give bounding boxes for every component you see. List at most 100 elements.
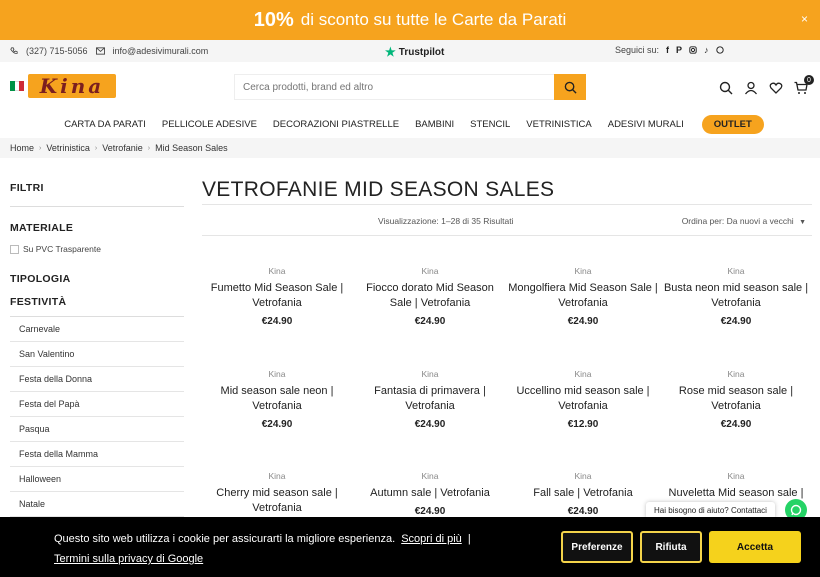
phone-number[interactable]: (327) 715-5056 [26,46,88,56]
product-card[interactable]: Kina Mongolfiera Mid Season Sale | Vetro… [508,266,658,327]
festivita-item-festa-della-donna[interactable]: Festa della Donna [10,367,184,392]
product-name[interactable]: Mongolfiera Mid Season Sale | Vetrofania [508,281,658,311]
heart-icon[interactable] [769,81,783,95]
product-card[interactable]: Kina Busta neon mid season sale | Vetrof… [661,266,811,327]
accept-button[interactable]: Accetta [709,531,801,563]
festivita-item-festa-della-mamma[interactable]: Festa della Mamma [10,442,184,467]
product-card[interactable]: Kina Fiocco dorato Mid Season Sale | Vet… [355,266,505,327]
product-card[interactable]: Kina Uccellino mid season sale | Vetrofa… [508,369,658,430]
user-icon[interactable] [744,81,758,95]
sort-dropdown[interactable]: Ordina per: Da nuovi a vecchi ▼ [682,216,806,226]
chat-text: Hai bisogno di aiuto? Contattaci [654,506,767,515]
product-price: €24.90 [414,316,446,327]
product-name[interactable]: Fantasia di primavera | Vetrofania [355,384,505,414]
pinterest-icon[interactable]: P [676,45,682,55]
cookie-more-link[interactable]: Scopri di più [401,533,462,545]
sort-value: Da nuovi a vecchi [726,216,794,226]
product-name[interactable]: Mid season sale neon | Vetrofania [202,384,352,414]
facebook-icon[interactable]: f [666,45,669,55]
whatsapp-icon[interactable] [715,46,724,54]
nav-item-outlet[interactable]: OUTLET [701,114,764,134]
nav-item-bambini[interactable]: BAMBINI [407,119,462,130]
trustpilot-label: Trustpilot [398,46,445,58]
trustpilot-badge[interactable]: ★ Trustpilot [385,45,444,59]
product-card[interactable]: Kina Fumetto Mid Season Sale | Vetrofani… [202,266,352,327]
instagram-icon[interactable] [689,46,697,54]
search-icon[interactable] [719,81,733,95]
breadcrumb-vetrofanie[interactable]: Vetrofanie [102,143,143,153]
product-name[interactable]: Fumetto Mid Season Sale | Vetrofania [202,281,352,311]
nav-item-stencil[interactable]: STENCIL [462,119,518,130]
festivita-item-san-valentino[interactable]: San Valentino [10,342,184,367]
festivita-item-halloween[interactable]: Halloween [10,467,184,492]
refuse-button[interactable]: Rifiuta [640,531,702,563]
breadcrumb-separator: › [39,144,42,152]
product-card[interactable]: Kina Fall sale | Vetrofania €24.90 [508,471,658,517]
product-card[interactable]: Kina Fantasia di primavera | Vetrofania … [355,369,505,430]
festivita-item-natale[interactable]: Natale [10,492,184,517]
header-icons: 0 [719,75,814,95]
product-name[interactable]: Uccellino mid season sale | Vetrofania [508,384,658,414]
promo-percent: 10% [253,8,294,31]
cookie-separator: | [467,533,471,545]
breadcrumb-vetrinistica[interactable]: Vetrinistica [46,143,90,153]
promo-banner[interactable]: 10% di sconto su tutte le Carte da Parat… [0,0,820,40]
product-name[interactable]: Rose mid season sale | Vetrofania [661,384,811,414]
checkbox[interactable] [10,244,19,254]
breadcrumb-separator: › [94,144,98,152]
social-label: Seguici su: [615,45,660,55]
search-button[interactable] [554,74,586,100]
product-price: €24.90 [720,316,752,327]
tiktok-icon[interactable]: ♪ [704,45,709,55]
product-brand: Kina [268,369,286,379]
product-price: €24.90 [414,506,446,517]
product-card[interactable]: Kina Mid season sale neon | Vetrofania €… [202,369,352,430]
product-brand: Kina [421,266,439,276]
product-name[interactable]: Busta neon mid season sale | Vetrofania [661,281,811,311]
product-name[interactable]: Fall sale | Vetrofania [508,486,658,501]
product-card[interactable]: Kina Cherry mid season sale | Vetrofania [202,471,352,521]
product-name[interactable]: Fiocco dorato Mid Season Sale | Vetrofan… [355,281,505,311]
sort-label: Ordina per: [681,216,725,226]
tipologia-heading[interactable]: TIPOLOGIA [10,273,184,285]
site-logo[interactable]: Kina [10,74,116,98]
breadcrumb-separator: › [147,144,151,152]
product-brand: Kina [421,369,439,379]
breadcrumb: Home › Vetrinistica › Vetrofanie › Mid S… [0,138,820,158]
product-card[interactable]: Kina Rose mid season sale | Vetrofania €… [661,369,811,430]
divider [10,206,184,207]
product-price: €24.90 [414,419,446,430]
product-name[interactable]: Cherry mid season sale | Vetrofania [202,486,352,516]
search-bar [234,74,586,100]
filter-option-pvc[interactable]: Su PVC Trasparente [10,244,184,254]
product-name[interactable]: Nuveletta Mid season sale | [661,486,811,501]
materiale-heading[interactable]: MATERIALE [10,222,184,234]
close-icon[interactable]: × [801,12,808,26]
product-brand: Kina [727,266,745,276]
email-address[interactable]: info@adesivimurali.com [113,46,209,56]
preferences-button[interactable]: Preferenze [561,531,633,563]
festivita-item-festa-del-papa[interactable]: Festa del Papà [10,392,184,417]
logo-wordmark: Kina [28,74,116,98]
product-brand: Kina [727,369,745,379]
email-icon [95,47,105,55]
nav-item-adesivi-murali[interactable]: ADESIVI MURALI [600,119,692,130]
festivita-heading[interactable]: FESTIVITÀ [10,296,184,308]
nav-item-decorazioni-piastrelle[interactable]: DECORAZIONI PIASTRELLE [265,119,407,130]
festivita-item-carnevale[interactable]: Carnevale [10,317,184,342]
search-input[interactable] [235,75,555,99]
breadcrumb-current: Mid Season Sales [155,143,228,153]
product-name[interactable]: Autumn sale | Vetrofania [355,486,505,501]
privacy-link[interactable]: Termini sulla privacy di Google [54,553,203,565]
filters-heading: FILTRI [10,182,44,194]
cart-button[interactable]: 0 [794,75,814,95]
product-listing: VETROFANIE MID SEASON SALES Visualizzazi… [202,178,812,517]
cart-count-badge: 0 [804,75,814,85]
filter-option-label: Su PVC Trasparente [23,244,101,254]
nav-item-vetrinistica[interactable]: VETRINISTICA [518,119,599,130]
nav-item-carta-da-parati[interactable]: CARTA DA PARATI [56,119,154,130]
breadcrumb-home[interactable]: Home [10,143,34,153]
product-card[interactable]: Kina Autumn sale | Vetrofania €24.90 [355,471,505,517]
festivita-item-pasqua[interactable]: Pasqua [10,417,184,442]
nav-item-pellicole-adesive[interactable]: PELLICOLE ADESIVE [154,119,265,130]
